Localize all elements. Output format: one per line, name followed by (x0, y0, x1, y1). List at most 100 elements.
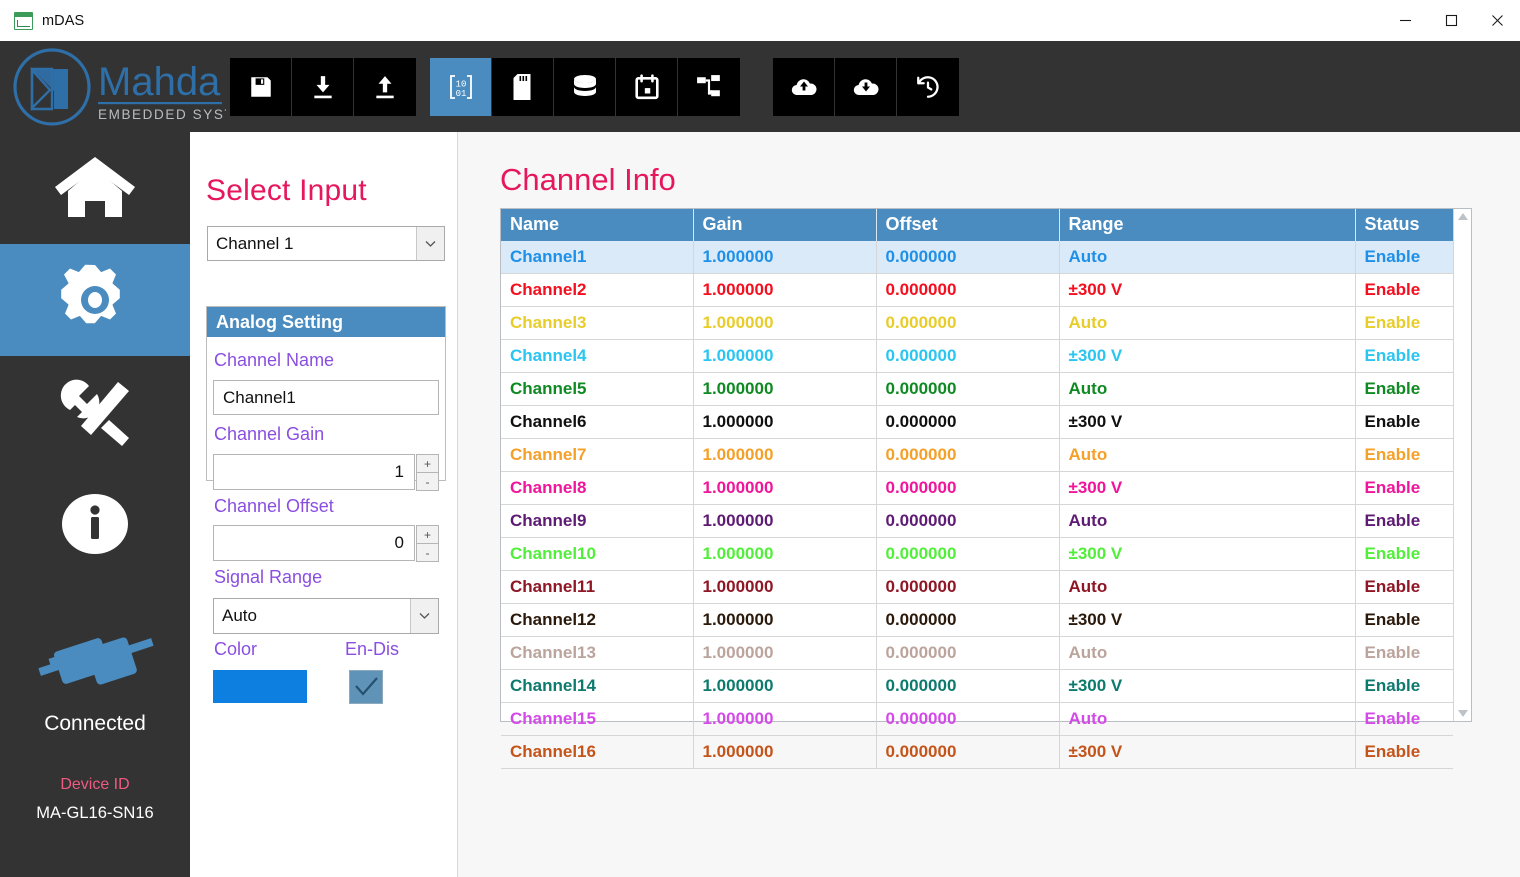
channel-gain-cell: 1.000000 (693, 735, 877, 769)
svg-text:EMBEDDED SYSTEMS: EMBEDDED SYSTEMS (98, 107, 226, 122)
table-row[interactable]: Channel13 1.000000 0.000000 Auto Enable (501, 636, 1453, 670)
main-toolbar: Mahda EMBEDDED SYSTEMS (0, 41, 1520, 132)
sidebar-item-settings[interactable] (0, 244, 190, 356)
channel-gain-stepper[interactable]: + - (416, 454, 439, 491)
channel-range-cell: Auto (1059, 636, 1356, 670)
channel-status-cell: Enable (1355, 504, 1453, 538)
channel-gain-value: 1 (394, 462, 404, 481)
cloud-upload-icon (791, 76, 817, 98)
channel-gain-input[interactable]: 1 (213, 454, 415, 490)
channel-gain-cell: 1.000000 (693, 405, 877, 439)
channel-offset-cell: 0.000000 (876, 570, 1060, 604)
table-vertical-scrollbar[interactable] (1453, 209, 1471, 721)
main-content: Channel Info Name Gain Offset Range Stat… (458, 132, 1520, 877)
channel-name-cell: Channel6 (501, 405, 694, 439)
device-id-value: MA-GL16-SN16 (36, 804, 154, 822)
channel-offset-stepper[interactable]: + - (416, 525, 439, 562)
svg-text:10: 10 (455, 79, 466, 89)
history-button[interactable] (897, 57, 959, 116)
table-row[interactable]: Channel7 1.000000 0.000000 Auto Enable (501, 438, 1453, 472)
table-row[interactable]: Channel15 1.000000 0.000000 Auto Enable (501, 702, 1453, 736)
channel-info-table-body: Channel1 1.000000 0.000000 Auto Enable Channe… (501, 241, 1453, 769)
table-row[interactable]: Channel14 1.000000 0.000000 ±300 V Enable (501, 669, 1453, 703)
maximize-button[interactable] (1428, 0, 1474, 41)
channel-gain-increment-button[interactable]: + (416, 454, 439, 473)
channel-gain-cell: 1.000000 (693, 702, 877, 736)
channel-gain-decrement-button[interactable]: - (416, 472, 439, 491)
download-icon (310, 74, 336, 100)
channel-name-input[interactable]: Channel1 (213, 380, 439, 415)
channel-offset-cell: 0.000000 (876, 306, 1060, 340)
select-input-dropdown[interactable]: Channel 1 (207, 226, 445, 261)
database-button[interactable] (554, 57, 616, 116)
channel-status-cell: Enable (1355, 306, 1453, 340)
channel-name-cell: Channel3 (501, 306, 694, 340)
mahda-logo: Mahda EMBEDDED SYSTEMS (0, 41, 230, 132)
close-button[interactable] (1474, 0, 1520, 41)
column-header-name[interactable]: Name (501, 209, 694, 241)
column-header-status[interactable]: Status (1355, 209, 1453, 241)
channel-gain-cell: 1.000000 (693, 603, 877, 637)
table-row[interactable]: Channel8 1.000000 0.000000 ±300 V Enable (501, 471, 1453, 505)
table-row[interactable]: Channel4 1.000000 0.000000 ±300 V Enable (501, 339, 1453, 373)
toolbar-group-cloud (773, 57, 959, 116)
channel-offset-cell: 0.000000 (876, 537, 1060, 571)
select-input-title: Select Input (206, 174, 367, 207)
signal-range-dropdown[interactable]: Auto (213, 598, 439, 634)
save-button[interactable] (230, 57, 292, 116)
channel-status-cell: Enable (1355, 669, 1453, 703)
channel-name-cell: Channel8 (501, 471, 694, 505)
channel-status-cell: Enable (1355, 405, 1453, 439)
enable-disable-checkbox[interactable] (349, 670, 383, 704)
column-header-range[interactable]: Range (1059, 209, 1356, 241)
calendar-button[interactable] (616, 57, 678, 116)
scroll-up-arrow-icon[interactable] (1457, 213, 1468, 220)
table-row[interactable]: Channel12 1.000000 0.000000 ±300 V Enable (501, 603, 1453, 637)
sidebar-item-tools[interactable] (0, 356, 190, 468)
application-window: mDAS Mahda EMBEDDED SYS 10 01 Connected … (0, 0, 1520, 877)
channel-offset-cell: 0.000000 (876, 471, 1060, 505)
table-row[interactable]: Channel2 1.000000 0.000000 ±300 V Enable (501, 273, 1453, 307)
table-row[interactable]: Channel10 1.000000 0.000000 ±300 V Enable (501, 537, 1453, 571)
sidebar-item-info[interactable] (0, 468, 190, 580)
channel-gain-cell: 1.000000 (693, 636, 877, 670)
channel-offset-input[interactable]: 0 (213, 525, 415, 561)
table-row[interactable]: Channel5 1.000000 0.000000 Auto Enable (501, 372, 1453, 406)
history-clock-icon (915, 74, 941, 100)
sidebar-item-home[interactable] (0, 132, 190, 244)
upload-button[interactable] (354, 57, 416, 116)
channel-offset-increment-button[interactable]: + (416, 525, 439, 544)
table-row[interactable]: Channel16 1.000000 0.000000 ±300 V Enable (501, 735, 1453, 769)
cloud-upload-button[interactable] (773, 57, 835, 116)
table-row[interactable]: Channel3 1.000000 0.000000 Auto Enable (501, 306, 1453, 340)
channel-status-cell: Enable (1355, 241, 1453, 274)
table-row[interactable]: Channel1 1.000000 0.000000 Auto Enable (501, 241, 1453, 274)
channel-status-cell: Enable (1355, 735, 1453, 769)
channel-status-cell: Enable (1355, 537, 1453, 571)
channel-status-cell: Enable (1355, 438, 1453, 472)
column-header-offset[interactable]: Offset (876, 209, 1060, 241)
channel-range-cell: Auto (1059, 504, 1356, 538)
database-icon (571, 74, 599, 100)
binary-data-button[interactable]: 10 01 (430, 57, 492, 116)
channel-name-label: Channel Name (214, 350, 335, 370)
column-header-gain[interactable]: Gain (693, 209, 877, 241)
table-row[interactable]: Channel6 1.000000 0.000000 ±300 V Enable (501, 405, 1453, 439)
channel-offset-cell: 0.000000 (876, 702, 1060, 736)
download-button[interactable] (292, 57, 354, 116)
channel-color-swatch[interactable] (213, 670, 307, 703)
channel-name-cell: Channel7 (501, 438, 694, 472)
channel-gain-cell: 1.000000 (693, 438, 877, 472)
scroll-down-arrow-icon[interactable] (1457, 710, 1468, 717)
sdcard-button[interactable] (492, 57, 554, 116)
table-row[interactable]: Channel9 1.000000 0.000000 Auto Enable (501, 504, 1453, 538)
window-title-bar: mDAS (0, 0, 1520, 42)
cloud-download-button[interactable] (835, 57, 897, 116)
table-row[interactable]: Channel11 1.000000 0.000000 Auto Enable (501, 570, 1453, 604)
channel-offset-decrement-button[interactable]: - (416, 543, 439, 562)
calendar-icon (634, 73, 660, 100)
upload-icon (372, 74, 398, 100)
network-button[interactable] (678, 57, 740, 116)
minimize-button[interactable] (1382, 0, 1428, 41)
channel-info-table: Name Gain Offset Range Status Channel1 1.… (501, 209, 1453, 769)
